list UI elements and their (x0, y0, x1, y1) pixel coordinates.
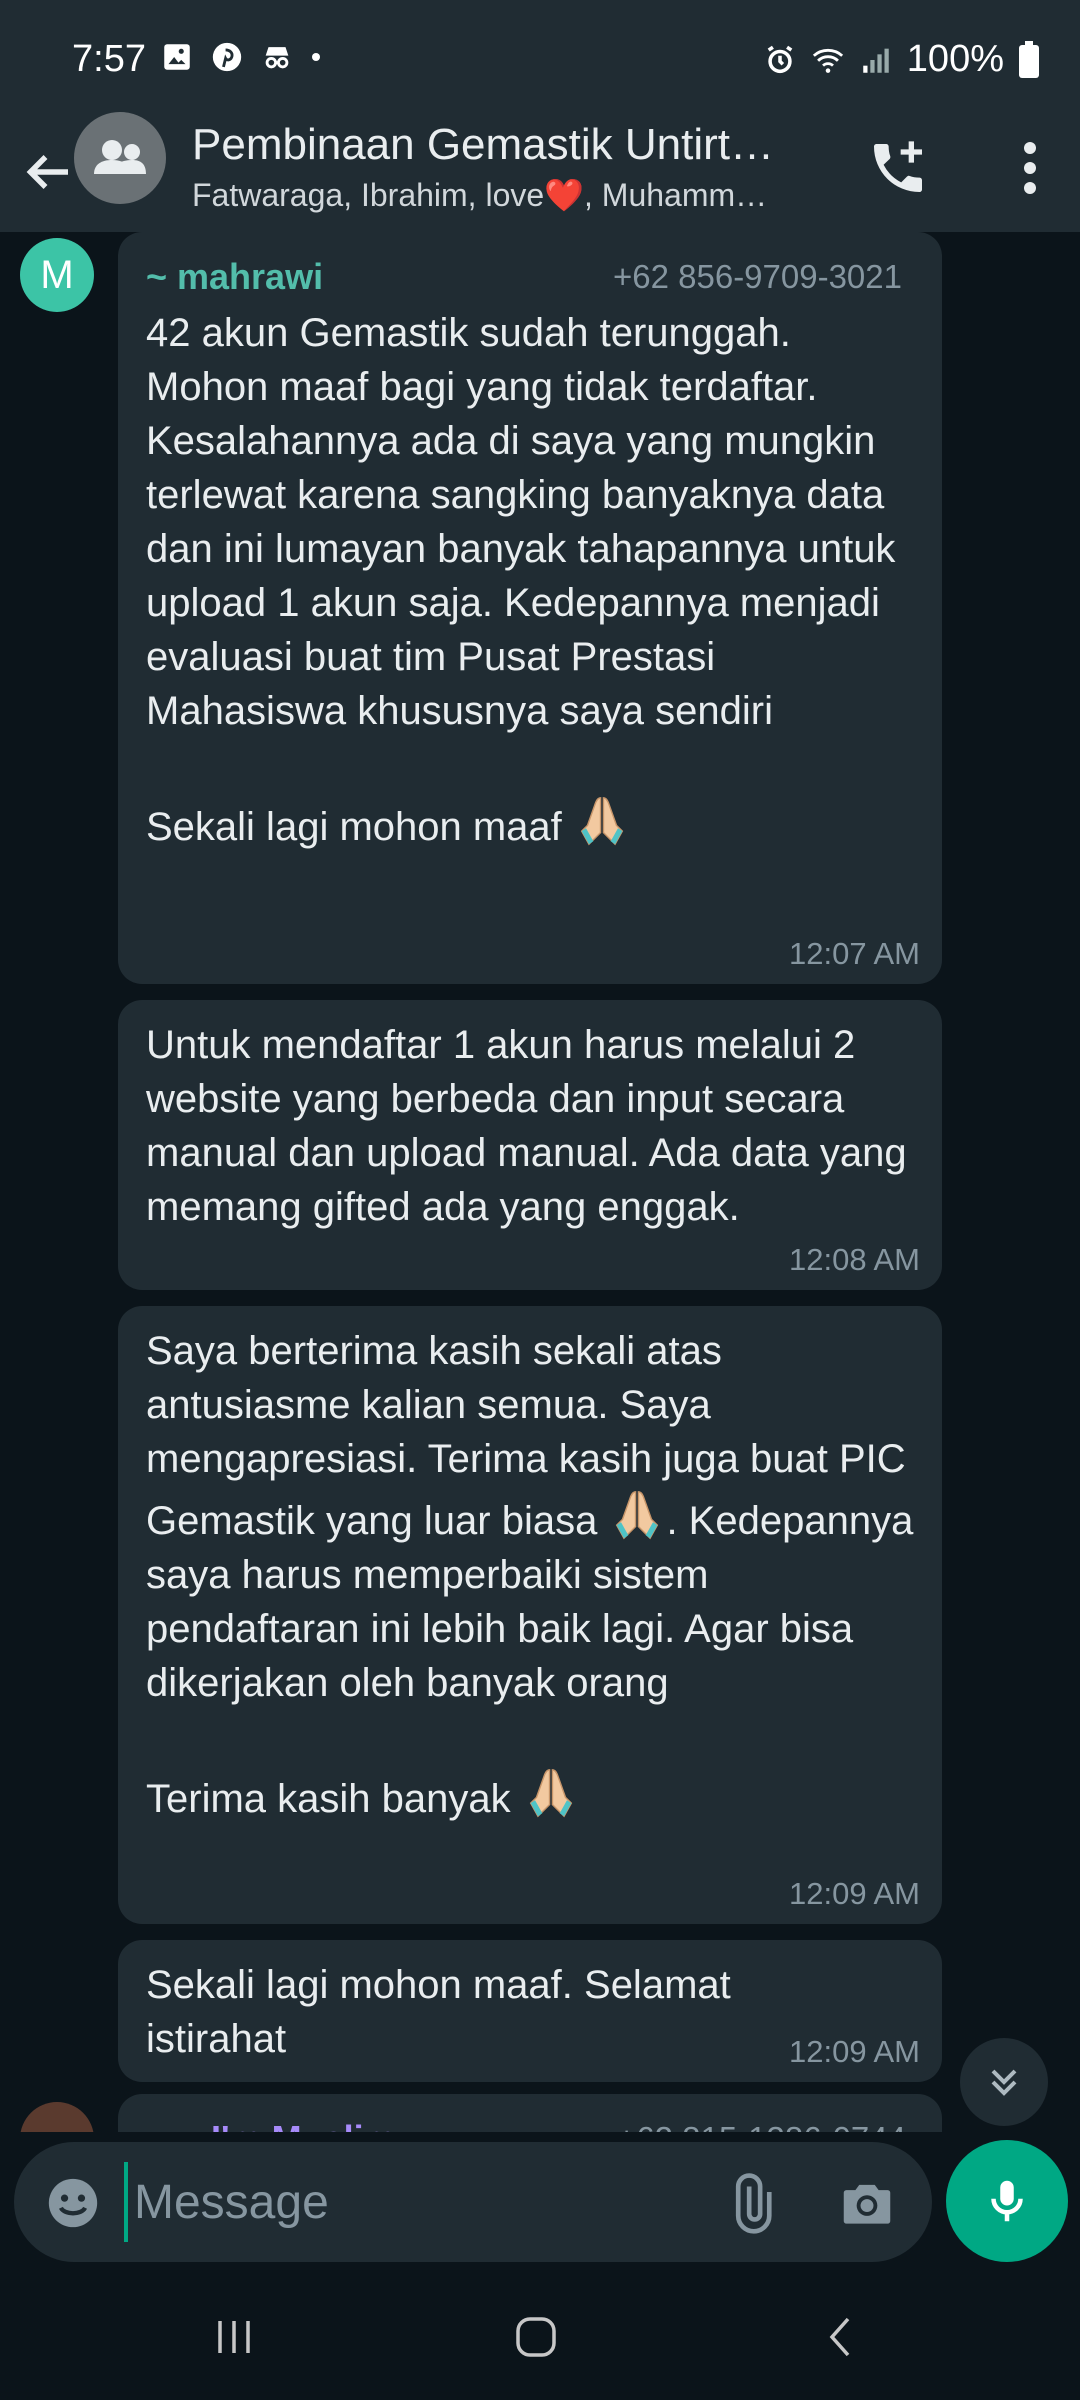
message-bubble[interactable]: Saya berterima kasih sekali atas antusia… (118, 1306, 942, 1924)
back-arrow-icon[interactable] (18, 142, 78, 202)
paperclip-icon[interactable] (720, 2172, 782, 2234)
group-avatar[interactable] (74, 112, 166, 204)
sender-avatar[interactable] (20, 2102, 94, 2132)
signal-icon (863, 48, 889, 73)
sender-phone[interactable]: +62 856-9709-3021 (613, 258, 902, 296)
recent-apps-icon (218, 2321, 250, 2353)
chat-title: Pembinaan Gemastik Untirt… (192, 120, 774, 169)
sender-name[interactable]: ~ mahrawi (146, 256, 323, 298)
message-bubble[interactable]: ~ mahrawi +62 856-9709-3021 42 akun Gema… (118, 232, 942, 984)
folded-hands-emoji-icon (616, 1491, 659, 1540)
message-text: Untuk mendaftar 1 akun harus melalui 2 w… (146, 1023, 918, 1229)
recent-apps-button[interactable] (194, 2302, 274, 2372)
double-chevron-down-icon (991, 2069, 1017, 2096)
dot-icon (312, 53, 320, 61)
message-input-container (14, 2142, 932, 2262)
pinterest-icon (212, 42, 242, 72)
folded-hands-emoji-icon (529, 1769, 572, 1818)
sender-row: ~ mahrawi +62 856-9709-3021 (146, 250, 916, 306)
status-icons-right: 100% (763, 38, 1040, 81)
microphone-icon (991, 2180, 1023, 2222)
back-button[interactable] (800, 2302, 880, 2372)
message-time: 12:08 AM (789, 1242, 920, 1277)
message-text: Sekali lagi mohon maaf (146, 805, 562, 849)
message-composer (0, 2132, 1080, 2272)
more-options-icon[interactable] (1008, 136, 1052, 200)
message-bubble[interactable]: Sekali lagi mohon maaf. Selamat istiraha… (118, 1940, 942, 2082)
camera-icon[interactable] (836, 2172, 898, 2234)
alarm-icon (767, 45, 793, 73)
status-icons-left (160, 40, 322, 74)
message-text-body: Saya berterima kasih sekali atas antusia… (146, 1324, 916, 1710)
gallery-icon (164, 44, 190, 70)
message-list[interactable]: M ~ mahrawi +62 856-9709-3021 42 akun Ge… (0, 232, 1080, 2132)
message-time: 12:09 AM (789, 2034, 920, 2069)
battery-icon (1019, 40, 1039, 78)
wifi-icon (812, 48, 843, 73)
message-bubble[interactable]: ~ I'm Muslim +62 815-1386-0744 (118, 2094, 942, 2132)
back-chevron-icon (829, 2317, 850, 2357)
whatsapp-chat-screen: 7:57 100% Pembinaan Gemastik Untirt… Fat… (0, 0, 1080, 2400)
message-text: Terima kasih banyak (146, 1777, 511, 1821)
group-people-icon (94, 140, 146, 174)
message-text-closing: Sekali lagi mohon maaf (146, 792, 916, 854)
scroll-to-bottom-button[interactable] (960, 2038, 1048, 2126)
emoji-icon[interactable] (44, 2174, 102, 2232)
add-call-icon[interactable] (866, 136, 930, 200)
message-bubble[interactable]: Untuk mendaftar 1 akun harus melalui 2 w… (118, 1000, 942, 1290)
battery-percentage: 100% (906, 38, 1004, 80)
status-time: 7:57 (72, 38, 146, 80)
home-icon (516, 2317, 556, 2357)
message-time: 12:07 AM (789, 936, 920, 971)
message-time: 12:09 AM (789, 1876, 920, 1911)
voice-message-button[interactable] (946, 2140, 1068, 2262)
folded-hands-emoji-icon (580, 797, 624, 846)
incognito-icon (265, 47, 289, 69)
sender-phone[interactable]: +62 815-1386-0744 (617, 2120, 906, 2132)
chat-participants: Fatwaraga, Ibrahim, love❤️, Muhamm… (192, 177, 768, 213)
message-text: 42 akun Gemastik sudah terunggah. Mohon … (146, 311, 907, 733)
message-text-closing: Terima kasih banyak (146, 1764, 916, 1826)
status-bar: 7:57 100% (0, 0, 1080, 120)
sender-avatar[interactable]: M (20, 238, 94, 312)
message-input[interactable] (124, 2162, 684, 2242)
system-navigation-bar (0, 2272, 1080, 2400)
sender-name[interactable]: ~ I'm Muslim (180, 2118, 396, 2132)
home-button[interactable] (496, 2302, 576, 2372)
